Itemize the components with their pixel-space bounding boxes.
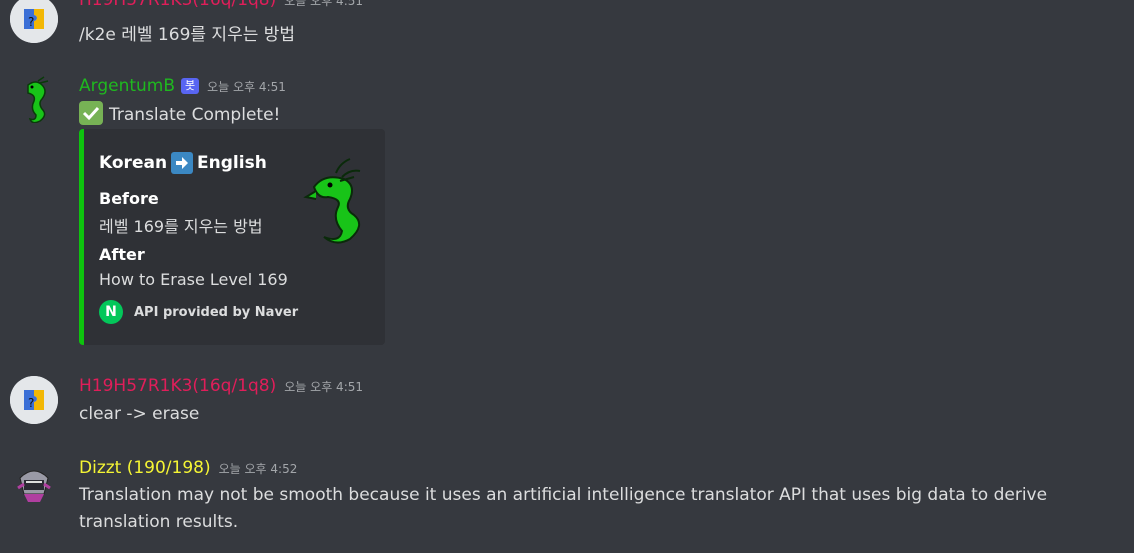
- footer-text: API provided by Naver: [134, 304, 299, 320]
- message-text: Translate Complete!: [109, 105, 281, 125]
- message-content: /k2e 레벨 169를 지우는 방법: [79, 25, 296, 45]
- username[interactable]: Dizzt (190/198): [79, 458, 211, 478]
- message-content: Translation may not be smooth because it…: [79, 485, 1048, 532]
- user-avatar[interactable]: ?: [10, 0, 58, 43]
- right-arrow-icon: [171, 152, 194, 174]
- username[interactable]: H19H57R1K3(16q/1q8): [79, 0, 276, 10]
- username[interactable]: H19H57R1K3(16q/1q8): [79, 376, 276, 396]
- timestamp: 오늘 오후 4:51: [207, 79, 286, 94]
- field-before-name: Before: [99, 189, 159, 208]
- user-avatar[interactable]: ?: [10, 376, 58, 424]
- svg-text:?: ?: [28, 396, 34, 410]
- timestamp: 오늘 오후 4:52: [218, 461, 298, 476]
- timestamp: 오늘 오후 4:51: [284, 379, 364, 394]
- user-avatar[interactable]: [10, 458, 58, 506]
- message-content: clear -> erase: [79, 404, 200, 424]
- embed-footer: N API provided by Naver: [99, 300, 298, 324]
- bot-avatar[interactable]: [10, 75, 58, 123]
- username[interactable]: ArgentumB: [79, 76, 175, 96]
- field-before-value: 레벨 169를 지우는 방법: [99, 217, 263, 236]
- translation-embed: Korean English Before 레벨 169를 지우는 방법 Aft…: [79, 129, 385, 345]
- timestamp: 오늘 오후 4:51: [284, 0, 364, 8]
- naver-icon: N: [99, 300, 123, 324]
- dragon-thumbnail[interactable]: [296, 151, 372, 247]
- message-content: Translate Complete!: [79, 101, 281, 127]
- embed-title: Korean English: [99, 152, 267, 174]
- bot-tag: 봇: [181, 78, 200, 94]
- field-after-value: How to Erase Level 169: [99, 270, 288, 289]
- svg-text:?: ?: [28, 15, 34, 29]
- field-after-name: After: [99, 245, 145, 264]
- check-mark-icon: [79, 101, 103, 125]
- embed-title-from: Korean: [99, 153, 168, 173]
- embed-title-to: English: [197, 153, 267, 173]
